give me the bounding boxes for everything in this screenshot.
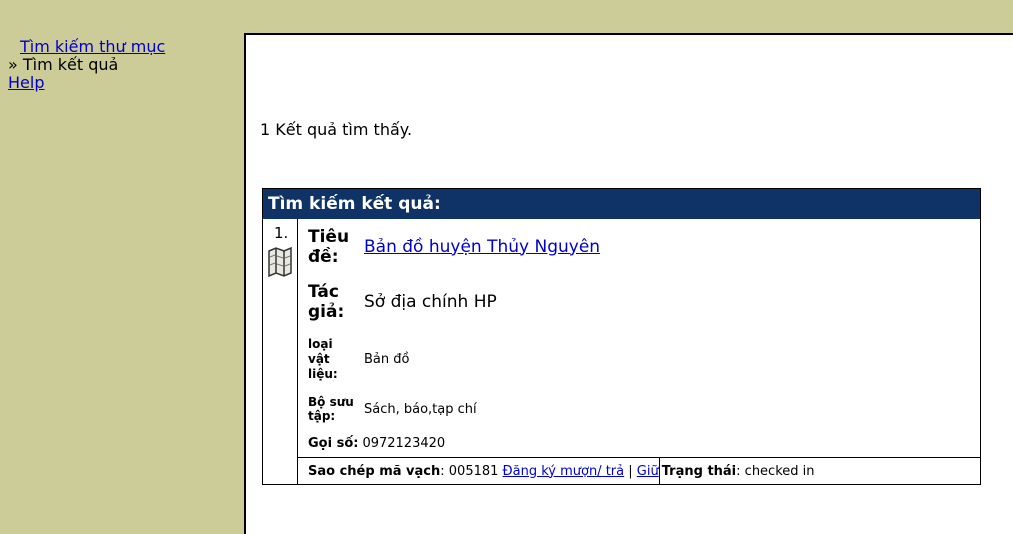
field-collection: Bộ sưu tập: Sách, báo,tạp chí [298, 389, 980, 429]
copy-barcode-cell: Sao chép mã vạch : 005181 Đăng ký mượn/ … [298, 458, 659, 484]
status-cell: Trạng thái : checked in [658, 458, 815, 484]
main-content: 1 Kết quả tìm thấy. Tìm kiếm kết quả: 1. [244, 33, 1013, 534]
author-value: Sở địa chính HP [364, 291, 497, 312]
results-header: Tìm kiếm kết quả: [263, 189, 980, 219]
sidebar: Tìm kiếm thư mục » Tìm kết quả Help [0, 0, 242, 534]
material-type-value: Bản đồ [364, 351, 410, 367]
author-label: Tác giả: [308, 281, 345, 322]
result-record: 1. Tiêu đề: Bản đồ huyện Thủy Nguyên Tác… [263, 219, 980, 484]
material-type-label: loại vật liệu: [308, 336, 338, 381]
result-count: 1 Kết quả tìm thấy. [260, 120, 413, 139]
results-table: Tìm kiếm kết quả: 1. Tiêu đề: Bản đồ huy… [262, 188, 981, 485]
search-catalog-link[interactable]: Tìm kiếm thư mục [20, 37, 165, 56]
call-number-label: Gọi số: [308, 435, 359, 451]
hold-link[interactable]: Giữ [637, 464, 659, 479]
record-number-cell: 1. [263, 219, 298, 484]
borrow-return-link[interactable]: Đăng ký mượn/ trả [503, 464, 625, 479]
record-fields: Tiêu đề: Bản đồ huyện Thủy Nguyên Tác gi… [298, 219, 980, 484]
field-call-number: Gọi số: 0972123420 [298, 429, 980, 457]
title-link[interactable]: Bản đồ huyện Thủy Nguyên [364, 237, 600, 257]
link-separator: | [628, 463, 633, 479]
record-number: 1. [274, 224, 289, 242]
field-material-type: loại vật liệu: Bản đồ [298, 329, 980, 389]
current-page-label: » Tìm kết quả [8, 55, 119, 74]
help-link[interactable]: Help [8, 73, 44, 92]
sidebar-nav: Tìm kiếm thư mục » Tìm kết quả Help [8, 38, 165, 92]
title-label: Tiêu đề: [308, 226, 350, 267]
field-title: Tiêu đề: Bản đồ huyện Thủy Nguyên [298, 219, 980, 274]
status-value: : checked in [736, 463, 815, 479]
map-icon [267, 246, 293, 281]
copy-row: Sao chép mã vạch : 005181 Đăng ký mượn/ … [298, 457, 980, 484]
collection-value: Sách, báo,tạp chí [364, 401, 477, 417]
status-label: Trạng thái [661, 463, 737, 479]
barcode-label: Sao chép mã vạch [308, 463, 441, 479]
call-number-value: 0972123420 [362, 435, 446, 451]
collection-label: Bộ sưu tập: [308, 395, 354, 423]
barcode-value: : 005181 [440, 463, 499, 479]
field-author: Tác giả: Sở địa chính HP [298, 274, 980, 329]
